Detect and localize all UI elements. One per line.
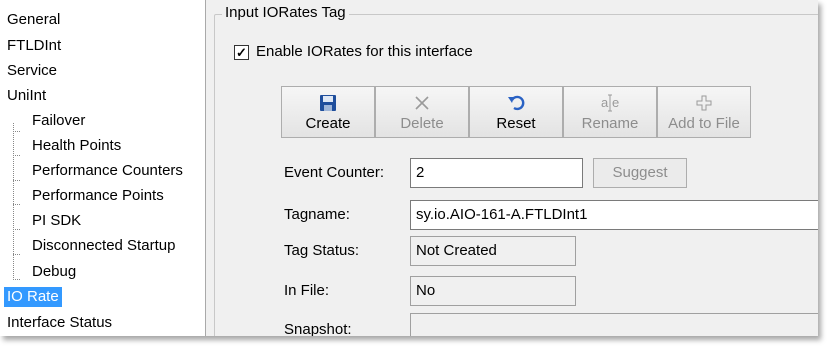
add-to-file-label: Add to File [668, 115, 740, 132]
tree-item-uniint[interactable]: UniInt [7, 86, 46, 106]
tree-item-performance-counters[interactable]: Performance Counters [32, 161, 183, 181]
tree-tick [13, 279, 20, 280]
enable-iorates-checkbox[interactable]: ✓ [234, 45, 249, 60]
event-counter-label: Event Counter: [284, 164, 385, 181]
svg-text:a: a [601, 95, 609, 110]
tree-item-general[interactable]: General [7, 10, 60, 30]
io-rate-panel: Input IORates Tag ✓ Enable IORates for t… [206, 0, 818, 336]
save-icon [282, 93, 374, 113]
tree-tick [13, 180, 20, 181]
add-to-file-button[interactable]: Add to File [657, 86, 751, 138]
in-file-value: No [410, 276, 576, 306]
reset-label: Reset [496, 115, 536, 132]
create-label: Create [305, 115, 351, 132]
settings-tree[interactable]: General FTLDInt Service UniInt Failover … [0, 0, 206, 336]
tagname-label: Tagname: [284, 206, 350, 223]
rename-label: Rename [581, 115, 639, 132]
event-counter-input[interactable]: 2 [410, 158, 583, 188]
tree-item-failover[interactable]: Failover [32, 111, 85, 131]
in-file-label: In File: [284, 282, 330, 299]
tagname-input[interactable]: sy.io.AIO-161-A.FTLDInt1 [410, 200, 818, 230]
rename-button[interactable]: a e Rename [563, 86, 657, 138]
tag-status-label: Tag Status: [284, 242, 360, 259]
tree-item-service[interactable]: Service [7, 61, 57, 81]
tree-item-debug[interactable]: Debug [32, 262, 76, 282]
create-button[interactable]: Create [281, 86, 375, 138]
settings-window: General FTLDInt Service UniInt Failover … [0, 0, 818, 336]
svg-text:e: e [612, 95, 619, 110]
group-title: Input IORates Tag [222, 4, 349, 22]
tree-tick [13, 204, 20, 205]
tree-item-ftldint[interactable]: FTLDInt [7, 36, 61, 56]
rename-icon: a e [564, 93, 656, 113]
tree-tick [13, 131, 20, 132]
tree-item-io-rate[interactable]: IO Rate [4, 287, 62, 307]
x-icon [376, 93, 468, 113]
enable-iorates-label[interactable]: Enable IORates for this interface [256, 43, 473, 61]
undo-icon [470, 93, 562, 113]
tree-connector [13, 123, 14, 280]
delete-label: Delete [400, 115, 444, 132]
snapshot-value [410, 313, 818, 336]
tree-item-performance-points[interactable]: Performance Points [32, 186, 164, 206]
snapshot-label: Snapshot: [284, 321, 352, 336]
tree-tick [13, 229, 20, 230]
tag-status-value: Not Created [410, 236, 576, 266]
add-file-icon [658, 93, 750, 113]
tree-tick [13, 155, 20, 156]
tree-tick [13, 254, 20, 255]
tree-item-disconnected-startup[interactable]: Disconnected Startup [32, 236, 175, 256]
tree-item-interface-status[interactable]: Interface Status [7, 313, 112, 333]
delete-button[interactable]: Delete [375, 86, 469, 138]
tree-item-health-points[interactable]: Health Points [32, 136, 121, 156]
tree-item-pi-sdk[interactable]: PI SDK [32, 211, 81, 231]
suggest-button[interactable]: Suggest [593, 158, 687, 188]
reset-button[interactable]: Reset [469, 86, 563, 138]
